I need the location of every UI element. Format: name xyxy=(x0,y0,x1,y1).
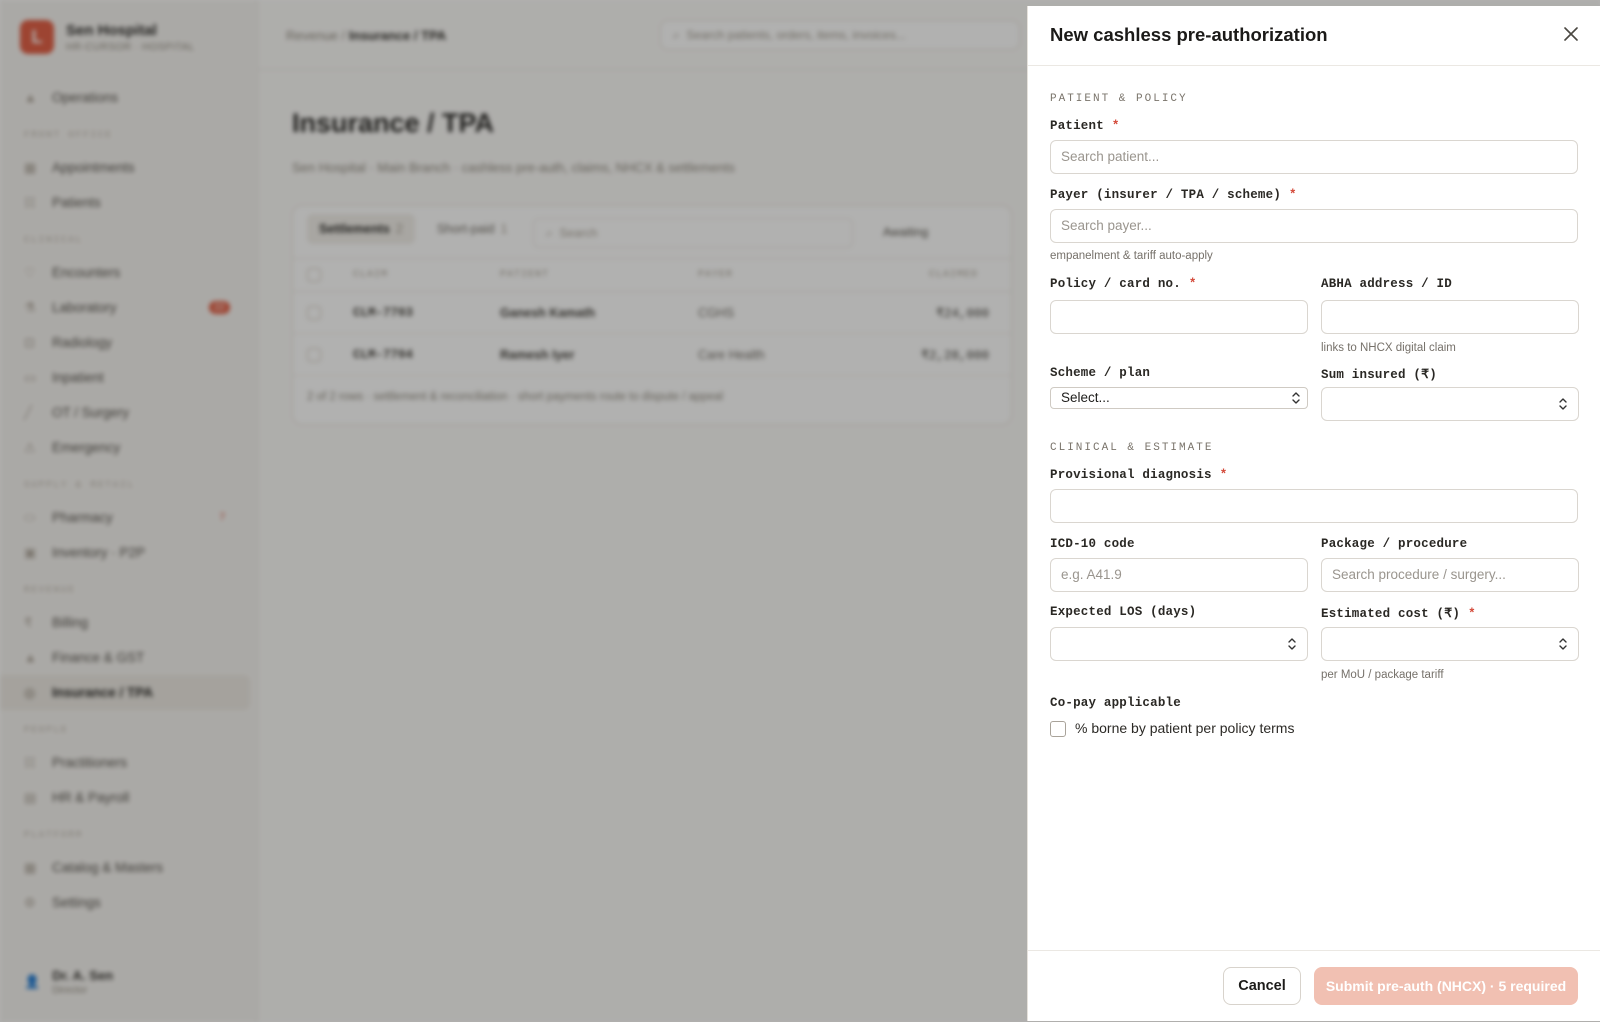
policy-number-input[interactable] xyxy=(1050,300,1308,334)
estimate-hint: per MoU / package tariff xyxy=(1321,669,1444,681)
policy-label: Policy / card no. * xyxy=(1050,277,1197,291)
sum-insured-label: Sum insured (₹) xyxy=(1321,368,1437,382)
package-label: Package / procedure xyxy=(1321,537,1468,551)
patient-label: Patient * xyxy=(1050,119,1120,133)
icd-placeholder: e.g. A41.9 xyxy=(1061,567,1122,582)
patient-search-input[interactable]: Search patient... xyxy=(1050,140,1578,174)
payer-placeholder: Search payer... xyxy=(1061,218,1152,233)
sum-insured-input[interactable] xyxy=(1321,387,1579,421)
abha-label: ABHA address / ID xyxy=(1321,277,1452,291)
payer-label: Payer (insurer / TPA / scheme) * xyxy=(1050,188,1297,202)
icd-code-input[interactable]: e.g. A41.9 xyxy=(1050,558,1308,592)
required-mark: * xyxy=(1111,119,1120,133)
drawer-header: New cashless pre-authorization xyxy=(1028,6,1600,66)
number-stepper-icon[interactable] xyxy=(1287,637,1297,651)
cancel-button[interactable]: Cancel xyxy=(1223,967,1301,1005)
expected-los-input[interactable] xyxy=(1050,627,1308,661)
preauth-drawer: New cashless pre-authorization PATIENT &… xyxy=(1027,6,1600,1021)
required-mark: * xyxy=(1468,607,1476,621)
payer-search-input[interactable]: Search payer... xyxy=(1050,209,1578,243)
section-patient-policy: PATIENT & POLICY xyxy=(1050,93,1188,105)
required-mark: * xyxy=(1219,468,1228,482)
close-icon xyxy=(1564,27,1578,41)
package-placeholder: Search procedure / surgery... xyxy=(1332,567,1506,582)
payer-hint: empanelment & tariff auto-apply xyxy=(1050,250,1213,262)
estimated-cost-input[interactable] xyxy=(1321,627,1579,661)
number-stepper-icon[interactable] xyxy=(1558,397,1568,411)
number-stepper-icon[interactable] xyxy=(1558,637,1568,651)
drawer-footer: Cancel Submit pre-auth (NHCX) · 5 requir… xyxy=(1028,950,1600,1021)
scheme-selected-value: Select... xyxy=(1061,390,1110,405)
package-search-input[interactable]: Search procedure / surgery... xyxy=(1321,558,1579,592)
required-mark: * xyxy=(1188,277,1197,291)
scheme-label: Scheme / plan xyxy=(1050,366,1151,380)
chevron-updown-icon xyxy=(1292,392,1300,404)
abha-id-input[interactable] xyxy=(1321,300,1579,334)
patient-placeholder: Search patient... xyxy=(1061,149,1160,164)
copay-checkbox-label[interactable]: % borne by patient per policy terms xyxy=(1075,720,1294,736)
submit-preauth-button[interactable]: Submit pre-auth (NHCX) · 5 required xyxy=(1314,967,1578,1005)
required-mark: * xyxy=(1289,188,1297,202)
diagnosis-label: Provisional diagnosis * xyxy=(1050,468,1228,482)
close-button[interactable] xyxy=(1557,20,1585,48)
copay-checkbox[interactable] xyxy=(1050,721,1066,737)
drawer-title: New cashless pre-authorization xyxy=(1050,24,1328,45)
estimate-label: Estimated cost (₹) * xyxy=(1321,607,1476,621)
diagnosis-input[interactable] xyxy=(1050,489,1578,523)
scheme-select[interactable]: Select... xyxy=(1050,387,1308,409)
los-label: Expected LOS (days) xyxy=(1050,605,1197,619)
abha-hint: links to NHCX digital claim xyxy=(1321,342,1456,354)
icd-label: ICD-10 code xyxy=(1050,537,1135,551)
section-clinical-estimate: CLINICAL & ESTIMATE xyxy=(1050,442,1214,454)
copay-label: Co-pay applicable xyxy=(1050,696,1181,710)
